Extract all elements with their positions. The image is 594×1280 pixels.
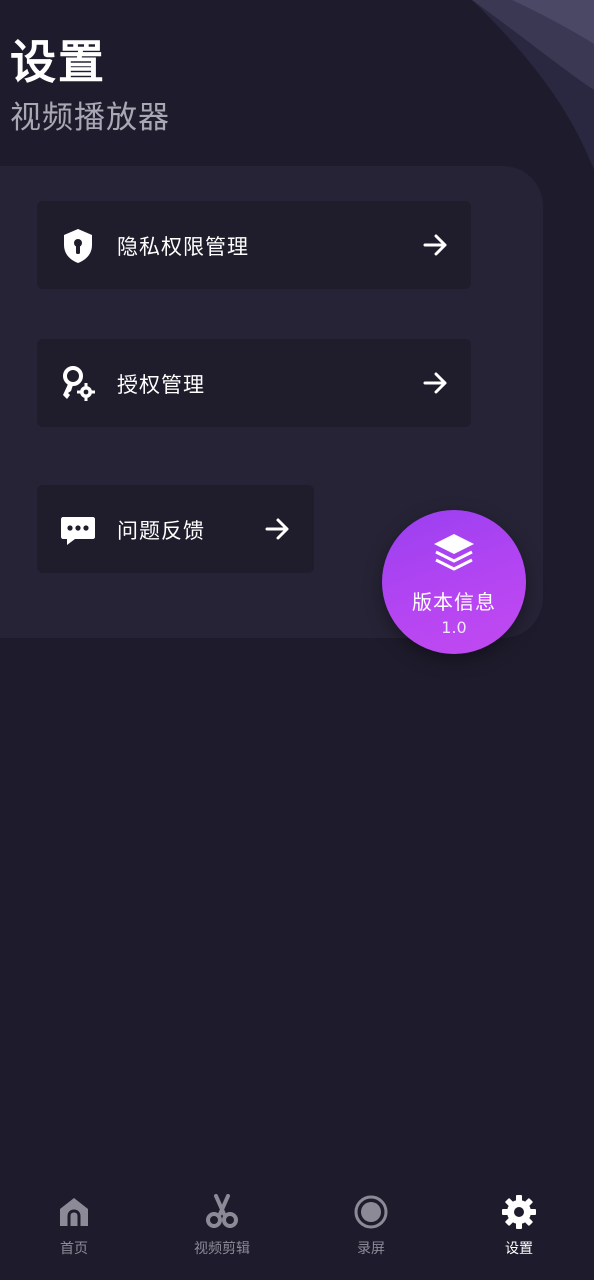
settings-screen: 设置 视频播放器 隐私权限管理 授权管理 问题反馈 版本信息 1.0 首页 视频… [0, 0, 594, 1280]
page-curl-decoration [472, 0, 594, 170]
tab-home[interactable]: 首页 [24, 1194, 124, 1264]
version-info-button[interactable]: 版本信息 1.0 [382, 510, 526, 654]
tab-settings-label: 设置 [505, 1241, 533, 1257]
page-subtitle: 视频播放器 [10, 100, 170, 136]
chat-bubble-icon [61, 517, 95, 545]
shield-lock-icon [64, 229, 92, 263]
home-icon [60, 1198, 88, 1226]
privacy-permission-item[interactable]: 隐私权限管理 [37, 201, 471, 289]
page-title: 设置 [10, 35, 106, 89]
feedback-item[interactable]: 问题反馈 [37, 485, 314, 573]
tab-home-label: 首页 [60, 1241, 88, 1257]
layers-icon [434, 534, 474, 571]
feedback-label: 问题反馈 [117, 519, 205, 543]
scissors-icon [206, 1194, 238, 1228]
tab-settings[interactable]: 设置 [469, 1194, 569, 1264]
tab-screen-record-label: 录屏 [357, 1241, 385, 1257]
authorization-item[interactable]: 授权管理 [37, 339, 471, 427]
arrow-right-icon [423, 372, 447, 394]
version-info-label: 版本信息 [412, 590, 496, 614]
record-icon [354, 1195, 388, 1229]
arrow-right-icon [423, 234, 447, 256]
privacy-permission-label: 隐私权限管理 [117, 235, 249, 259]
version-number: 1.0 [441, 618, 467, 637]
key-gear-icon [63, 366, 95, 401]
tab-screen-record[interactable]: 录屏 [321, 1194, 421, 1264]
bottom-tab-bar: 首页 视频剪辑 录屏 设置 [0, 1180, 594, 1280]
arrow-right-icon [265, 518, 289, 540]
tab-video-edit-label: 视频剪辑 [194, 1241, 250, 1257]
tab-video-edit[interactable]: 视频剪辑 [172, 1194, 272, 1264]
authorization-label: 授权管理 [117, 373, 205, 397]
gear-icon [502, 1195, 536, 1229]
